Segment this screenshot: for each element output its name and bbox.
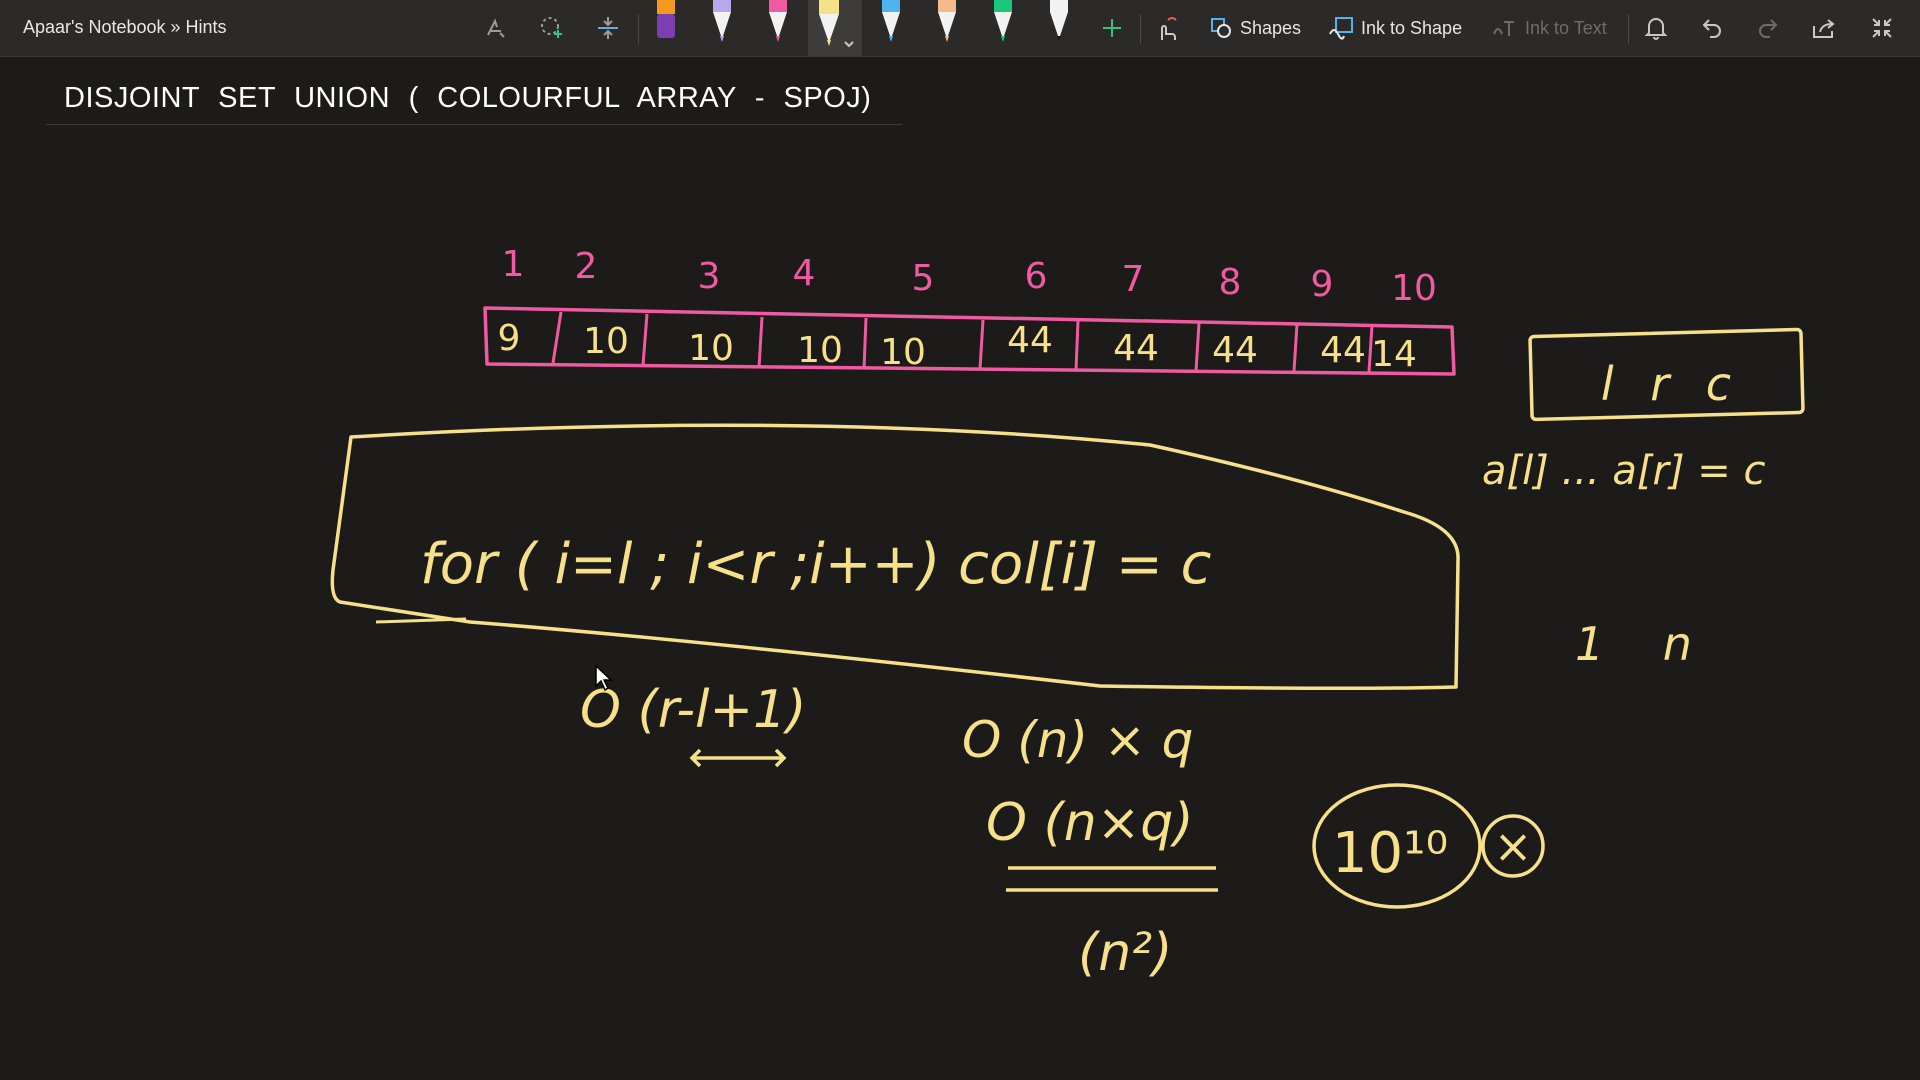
array-cell-value: 10 xyxy=(797,330,843,371)
share-icon[interactable] xyxy=(1804,8,1844,48)
array-cell-value: 44 xyxy=(1320,330,1366,371)
ink-to-text-label: Ink to Text xyxy=(1525,17,1607,38)
array-cell-value: 10 xyxy=(688,328,734,369)
redo-icon[interactable] xyxy=(1748,8,1788,48)
ink-canvas[interactable]: 1 2 3 4 5 6 7 8 9 10 9 10 10 10 10 44 44 44 44 14 l r c a[… xyxy=(0,57,1920,1080)
pen-peach-icon[interactable] xyxy=(927,0,967,48)
index-label: 6 xyxy=(1025,256,1048,297)
array-cell-value: 9 xyxy=(498,318,521,359)
pen-lavender-icon[interactable] xyxy=(702,0,742,48)
shapes-label: Shapes xyxy=(1240,17,1302,38)
array-cell-value: 44 xyxy=(1007,320,1053,361)
ink-to-text-icon xyxy=(1493,21,1514,36)
index-label: 5 xyxy=(912,258,935,299)
index-label: 1 xyxy=(502,244,525,285)
ink-to-shape-label: Ink to Shape xyxy=(1361,17,1463,38)
cost-product: O (n×q) xyxy=(986,793,1194,853)
ink-to-text-button[interactable]: Ink to Text xyxy=(1492,12,1607,44)
cost-total: O (n) × q xyxy=(962,711,1193,769)
array-cell-value: 44 xyxy=(1113,328,1159,369)
index-labels: 1 2 3 4 5 6 7 8 9 10 xyxy=(502,244,1437,309)
lasso-select-icon[interactable] xyxy=(476,8,516,48)
add-pen-icon[interactable] xyxy=(1092,8,1132,48)
rejected-mark: × xyxy=(1494,819,1533,873)
bell-icon[interactable] xyxy=(1636,8,1676,48)
array-cell-value: 14 xyxy=(1371,334,1417,375)
array-cell-value: 10 xyxy=(583,321,629,362)
shapes-button[interactable]: Shapes xyxy=(1209,12,1301,44)
shapes-icon xyxy=(1211,18,1231,38)
ink-to-shape-icon xyxy=(1329,17,1353,40)
index-label: 10 xyxy=(1391,268,1437,309)
pen-yellow-icon[interactable] xyxy=(808,0,862,56)
loop-box-underline xyxy=(375,617,467,624)
ink-to-shape-button[interactable]: Ink to Shape xyxy=(1328,12,1462,44)
index-label: 4 xyxy=(793,253,816,294)
pen-blue-icon[interactable] xyxy=(871,0,911,48)
index-label: 9 xyxy=(1311,264,1334,305)
loop-code: for ( i=l ; i<r ;i++) col[i] = c xyxy=(420,532,1212,597)
array-box xyxy=(483,306,1456,376)
ops-estimate: 10¹⁰ xyxy=(1332,821,1448,886)
touch-draw-icon[interactable] xyxy=(1146,8,1186,48)
range-arrow xyxy=(689,748,787,768)
collapse-icon[interactable] xyxy=(1862,8,1902,48)
query-meaning: a[l] ... a[r] = c xyxy=(1482,448,1766,494)
cost-square: (n²) xyxy=(1078,923,1172,983)
add-space-icon[interactable] xyxy=(532,8,572,48)
mouse-cursor-icon xyxy=(595,664,613,692)
array-cell-value: 44 xyxy=(1212,330,1258,371)
query-box-text: l r c xyxy=(1601,357,1731,411)
pen-pink-icon[interactable] xyxy=(758,0,798,48)
pen-green-icon[interactable] xyxy=(983,0,1023,48)
range-bounds: 1 n xyxy=(1575,617,1692,671)
pen-white-icon[interactable] xyxy=(1039,0,1079,48)
undo-icon[interactable] xyxy=(1692,8,1732,48)
insert-space-icon[interactable] xyxy=(588,8,628,48)
index-label: 3 xyxy=(698,256,721,297)
index-label: 8 xyxy=(1219,262,1242,303)
pen-orange-icon[interactable] xyxy=(646,0,686,48)
index-label: 2 xyxy=(575,246,598,287)
notebook-breadcrumb[interactable]: Apaar's Notebook » Hints xyxy=(23,17,227,38)
array-cell-value: 10 xyxy=(880,332,926,373)
index-label: 7 xyxy=(1122,259,1145,300)
app-toolbar: Apaar's Notebook » Hints Shapes Ink to S… xyxy=(0,0,1920,57)
